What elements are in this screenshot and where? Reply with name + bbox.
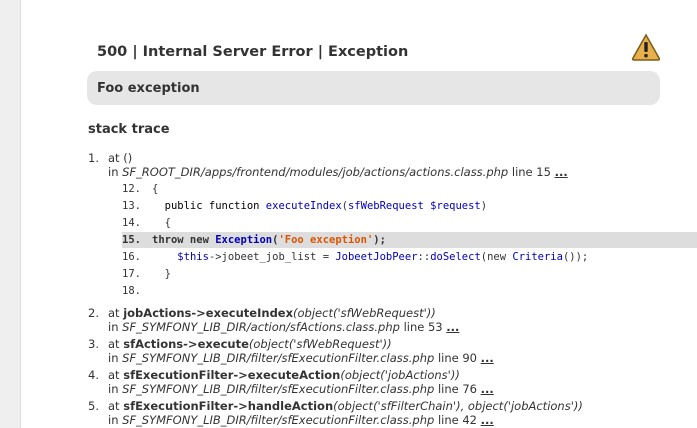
file-path: SF_SYMFONY_LIB_DIR/filter/sfExecutionFil… xyxy=(122,382,435,396)
toggle-code-link[interactable]: ... xyxy=(481,413,494,427)
function-args: (object('sfWebRequest')) xyxy=(293,306,436,320)
item-number: 1. xyxy=(88,151,99,165)
code-line: 16. $this->jobeet_job_list = JobeetJobPe… xyxy=(122,251,589,263)
page-title: 500 | Internal Server Error | Exception xyxy=(97,44,409,60)
item-number: 2. xyxy=(88,306,99,320)
item-number: 5. xyxy=(88,399,99,413)
error-message: Foo exception xyxy=(97,81,200,96)
file-path: SF_ROOT_DIR/apps/frontend/modules/job/ac… xyxy=(122,165,509,179)
line-number: line 42 xyxy=(437,413,477,427)
code-line: 12.{ xyxy=(122,183,159,195)
line-number: line 90 xyxy=(437,351,477,365)
error-panel: 500 | Internal Server Error | Exception … xyxy=(20,0,697,428)
file-path: SF_SYMFONY_LIB_DIR/filter/sfExecutionFil… xyxy=(122,413,435,427)
file-path: SF_SYMFONY_LIB_DIR/filter/sfExecutionFil… xyxy=(122,351,435,365)
toggle-code-link[interactable]: ... xyxy=(481,351,494,365)
line-number: line 76 xyxy=(437,382,477,396)
function-name: sfExecutionFilter->executeAction xyxy=(123,368,341,382)
code-line: 17. } xyxy=(122,268,171,280)
function-args: (object('sfFilterChain'), object('jobAct… xyxy=(333,399,583,413)
file-path: SF_SYMFONY_LIB_DIR/action/sfActions.clas… xyxy=(122,320,400,334)
item-number: 4. xyxy=(88,368,99,382)
error-message-box: Foo exception xyxy=(87,71,660,105)
function-args: (object('jobActions')) xyxy=(340,368,460,382)
toggle-code-link[interactable]: ... xyxy=(481,382,494,396)
function-name: sfActions->execute xyxy=(123,337,249,351)
in-label: in xyxy=(108,165,119,179)
toggle-code-link[interactable]: ... xyxy=(446,320,459,334)
toggle-code-link[interactable]: ... xyxy=(555,165,568,179)
code-line: 14. { xyxy=(122,217,171,229)
code-line: 18. xyxy=(122,285,141,297)
item-number: 3. xyxy=(88,337,99,351)
stack-trace-heading: stack trace xyxy=(88,122,170,137)
call-prefix: at () xyxy=(108,151,133,165)
warning-icon xyxy=(631,33,661,61)
function-name: sfExecutionFilter->handleAction xyxy=(123,399,334,413)
function-args: (object('sfWebRequest')) xyxy=(248,337,392,351)
line-number: line 53 xyxy=(403,320,443,334)
line-number: line 15 xyxy=(511,165,551,179)
code-line-highlighted: 15. throw new Exception('Foo exception'); xyxy=(122,232,697,248)
code-line: 13. public function executeIndex(sfWebRe… xyxy=(122,200,488,212)
function-name: jobActions->executeIndex xyxy=(123,306,294,320)
